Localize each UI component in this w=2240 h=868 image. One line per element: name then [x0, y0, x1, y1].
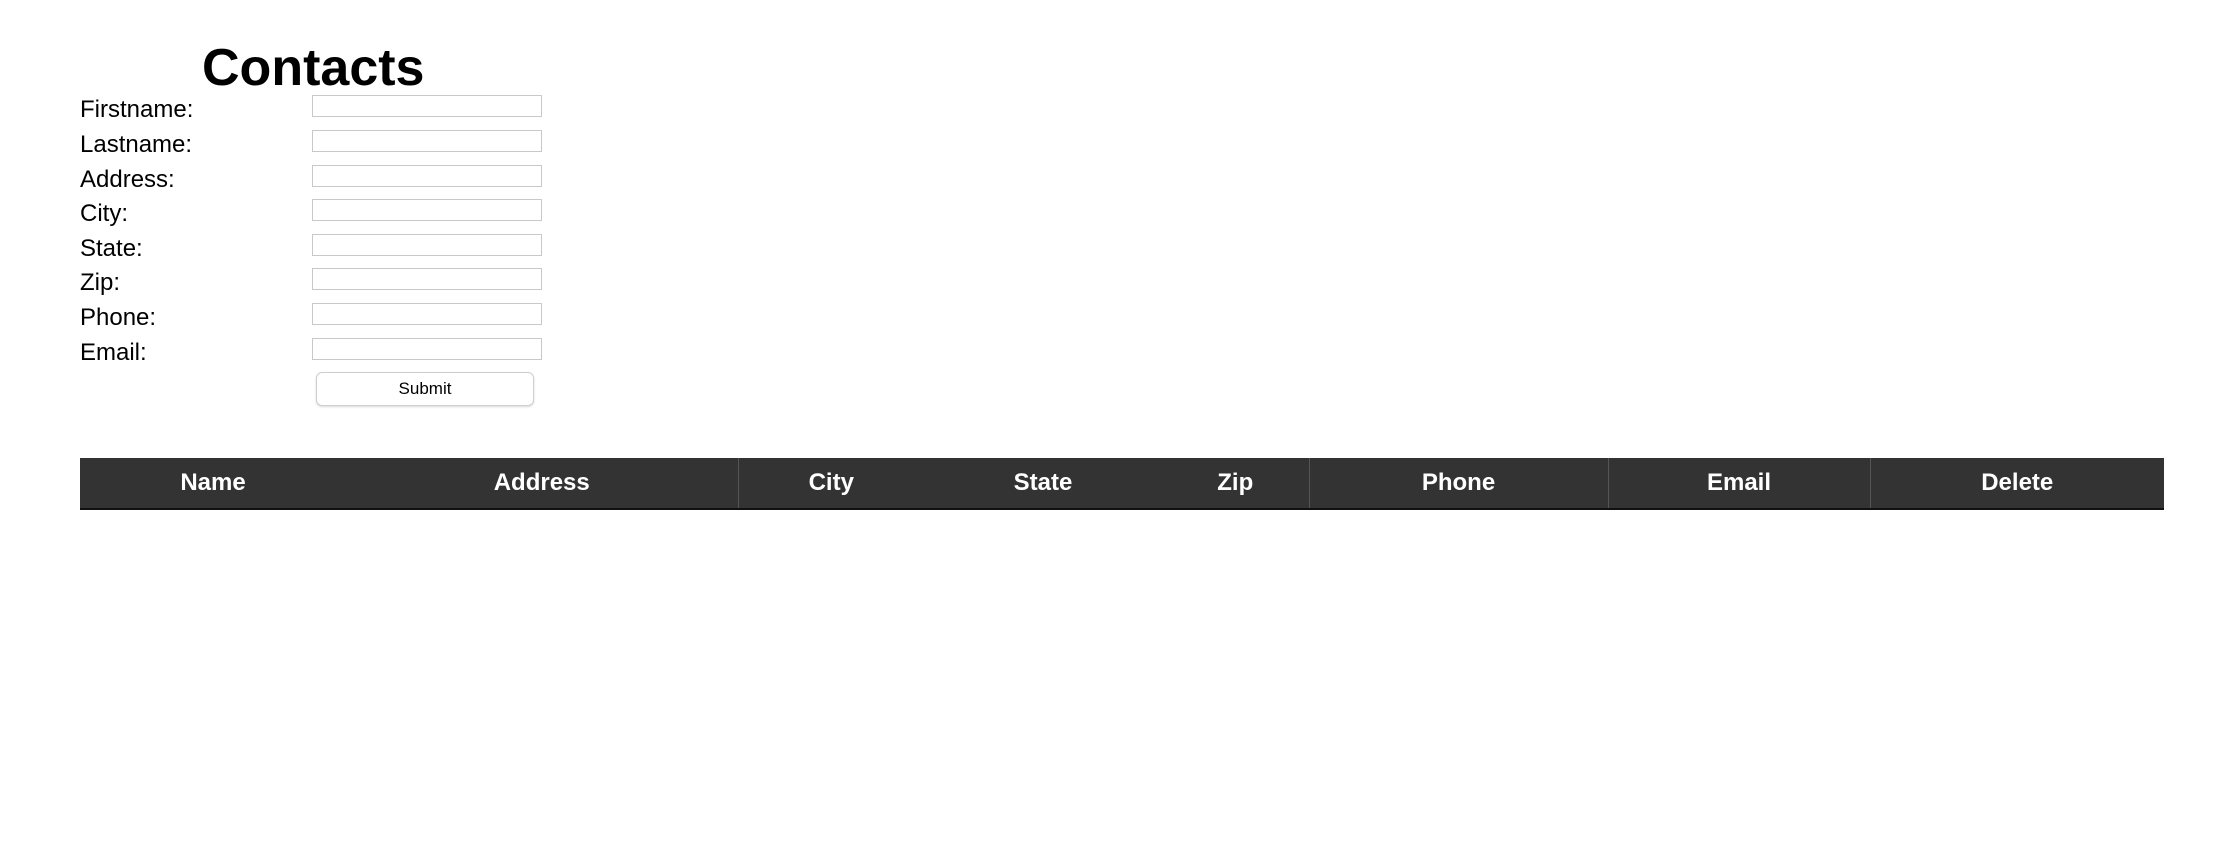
city-row: City: — [80, 197, 600, 231]
table-header-row: Name Address City State Zip Phone Email … — [80, 458, 2164, 510]
contacts-table: Name Address City State Zip Phone Email … — [80, 458, 2164, 510]
lastname-row: Lastname: — [80, 128, 600, 162]
zip-row: Zip: — [80, 266, 600, 300]
state-row: State: — [80, 232, 600, 266]
column-header-phone: Phone — [1308, 458, 1608, 510]
lastname-label: Lastname: — [80, 131, 193, 158]
column-header-email: Email — [1607, 458, 1870, 510]
phone-row: Phone: — [80, 301, 600, 335]
city-input[interactable] — [312, 199, 542, 221]
address-row: Address: — [80, 163, 600, 197]
address-label: Address: — [80, 166, 175, 193]
state-input[interactable] — [312, 234, 542, 256]
email-label: Email: — [80, 339, 147, 366]
lastname-input[interactable] — [312, 130, 542, 152]
phone-label: Phone: — [80, 304, 157, 331]
column-header-delete: Delete — [1869, 458, 2164, 510]
email-input[interactable] — [312, 338, 542, 360]
email-row: Email: — [80, 336, 600, 370]
column-header-name: Name — [80, 458, 346, 510]
column-header-city: City — [737, 458, 924, 510]
table-header: Name Address City State Zip Phone Email … — [80, 458, 2164, 510]
zip-input[interactable] — [312, 268, 542, 290]
phone-input[interactable] — [312, 303, 542, 325]
firstname-row: Firstname: — [80, 93, 600, 127]
address-input[interactable] — [312, 165, 542, 187]
page-title: Contacts — [202, 39, 425, 97]
column-header-state: State — [924, 458, 1162, 510]
state-label: State: — [80, 235, 143, 262]
zip-label: Zip: — [80, 269, 121, 296]
column-header-address: Address — [346, 458, 738, 510]
column-header-zip: Zip — [1162, 458, 1309, 510]
city-label: City: — [80, 200, 128, 227]
firstname-label: Firstname: — [80, 96, 194, 123]
submit-button[interactable]: Submit — [316, 372, 534, 406]
firstname-input[interactable] — [312, 95, 542, 117]
